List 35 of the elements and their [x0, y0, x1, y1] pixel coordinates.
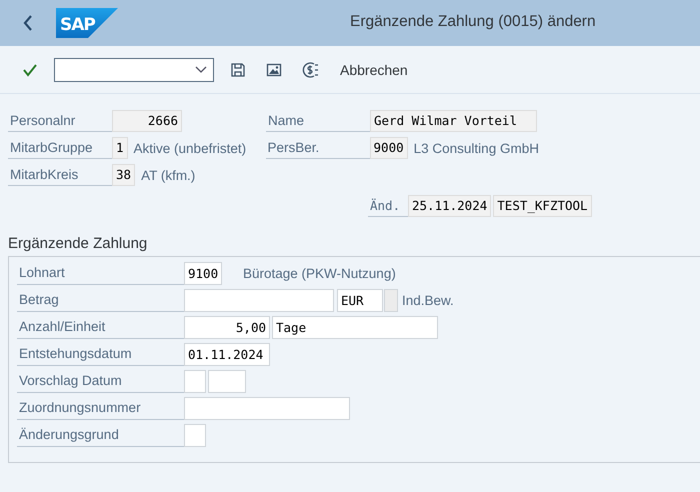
checkmark-icon[interactable] — [22, 62, 38, 76]
command-field[interactable] — [54, 58, 214, 82]
currency-exchange-icon[interactable] — [302, 60, 320, 78]
input-field[interactable] — [384, 289, 398, 312]
input-field[interactable]: EUR — [337, 289, 383, 312]
personnel-number-field: 2666 — [112, 110, 182, 132]
input-field[interactable]: 01.11.2024 — [184, 343, 270, 366]
caret-icon — [195, 66, 207, 74]
input-field[interactable]: 9100 — [184, 262, 222, 285]
employee-subgroup-field: 38 — [112, 164, 136, 186]
description-text: L3 Consulting GmbH — [414, 140, 539, 156]
back-button[interactable] — [22, 14, 34, 32]
field-label: PersBer. — [266, 137, 370, 159]
input-field[interactable] — [184, 289, 334, 312]
name-field: Gerd Wilmar Vorteil — [370, 110, 537, 132]
image-icon[interactable] — [266, 62, 282, 78]
input-field[interactable] — [184, 370, 206, 393]
group-title: Ergänzende Zahlung — [8, 235, 148, 252]
personnel-area-field: 9000 — [370, 137, 408, 159]
cancel-button[interactable]: Abbrechen — [340, 62, 408, 78]
input-field[interactable] — [184, 397, 350, 420]
input-field[interactable]: 5,00 — [184, 316, 270, 339]
description-text: AT (kfm.) — [141, 168, 196, 182]
input-field[interactable] — [208, 370, 246, 393]
save-icon[interactable] — [230, 62, 246, 78]
employee-group-field: 1 — [112, 137, 128, 159]
logo-icon: SAP — [56, 8, 118, 38]
description-text: Bürotage (PKW-Nutzung) — [243, 266, 396, 281]
changed-date-field: 25.11.2024 — [408, 195, 492, 217]
description-text: Ind.Bew. — [402, 293, 454, 308]
window-title: Ergänzende Zahlung (0015) ändern — [350, 13, 596, 31]
description-text: Aktive (unbefristet) — [134, 140, 248, 156]
input-field[interactable] — [184, 424, 206, 447]
changed-by-field: TEST_KFZTOOL — [493, 195, 592, 217]
input-field[interactable]: Tage — [272, 316, 438, 339]
